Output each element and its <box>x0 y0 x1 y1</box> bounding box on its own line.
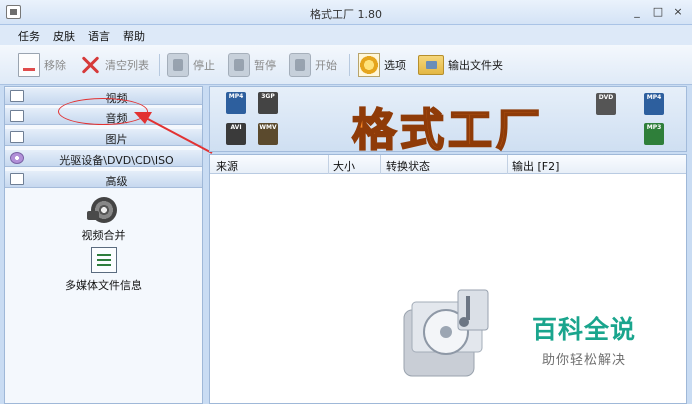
start-button[interactable]: 开始 <box>289 51 337 79</box>
pause-icon <box>228 53 250 77</box>
logo-title: 格式工厂 <box>351 104 544 157</box>
mp4-badge-icon: MP4 <box>226 92 246 114</box>
remove-button[interactable]: 移除 <box>18 51 66 79</box>
watermark-title: 百科全说 <box>531 315 636 344</box>
tool-video-join[interactable]: 视频合并 <box>5 197 202 243</box>
watermark: 百科全说 助你轻松解决 <box>500 296 668 380</box>
column-source[interactable]: 来源 <box>216 158 238 174</box>
wmv-badge-icon: WMV <box>258 123 278 145</box>
menu-help[interactable]: 帮助 <box>123 28 145 44</box>
maximize-button[interactable]: □ <box>651 5 665 18</box>
image-icon <box>10 131 24 143</box>
mp4-device-badge-icon: MP4 <box>644 93 664 115</box>
tool-media-info[interactable]: 多媒体文件信息 <box>5 247 202 293</box>
avi-badge-icon: AVI <box>226 123 246 145</box>
category-advanced[interactable]: 高级 <box>5 171 202 188</box>
clear-list-icon <box>79 53 101 77</box>
menu-bar: 任务 皮肤 语言 帮助 <box>0 25 692 45</box>
column-size[interactable]: 大小 <box>333 158 355 174</box>
toolbar: 移除 清空列表 停止 暂停 开始 选项 输出文件夹 <box>0 45 692 85</box>
category-disc[interactable]: 光驱设备\DVD\CD\ISO <box>5 150 202 167</box>
output-folder-icon <box>418 55 444 75</box>
pause-button[interactable]: 暂停 <box>228 51 276 79</box>
3gp-badge-icon: 3GP <box>258 92 278 114</box>
watermark-subtitle: 助你轻松解决 <box>541 353 626 368</box>
video-icon <box>10 90 24 102</box>
menu-skin[interactable]: 皮肤 <box>53 28 75 44</box>
menu-language[interactable]: 语言 <box>88 28 110 44</box>
category-image[interactable]: 图片 <box>5 129 202 146</box>
options-button[interactable]: 选项 <box>358 51 406 79</box>
menu-task[interactable]: 任务 <box>18 28 40 44</box>
stop-icon <box>167 53 189 77</box>
stop-button[interactable]: 停止 <box>167 51 215 79</box>
column-status[interactable]: 转换状态 <box>386 158 430 174</box>
annotation-ellipse <box>58 98 148 125</box>
start-icon <box>289 53 311 77</box>
film-reel-icon <box>86 197 117 223</box>
toolbar-divider <box>349 54 350 76</box>
disc-icon <box>10 152 24 164</box>
sidebar: 视频 音频 图片 光驱设备\DVD\CD\ISO 高级 视频合并 多媒体文件信息 <box>4 86 203 404</box>
logo-banner: MP4 3GP AVI WMV 格式工厂 DVD MP4 MP3 <box>209 86 687 157</box>
column-output[interactable]: 输出 [F2] <box>512 158 559 174</box>
dvd-badge-icon: DVD <box>596 93 616 115</box>
audio-icon <box>10 110 24 122</box>
format-factory-emblem-icon <box>403 289 489 377</box>
title-bar: 格式工厂 1.80 _ □ × <box>0 0 692 25</box>
document-remove-icon <box>18 53 40 77</box>
minimize-button[interactable]: _ <box>630 5 644 18</box>
mp3-badge-icon: MP3 <box>644 123 664 145</box>
media-info-icon <box>90 247 117 273</box>
window-title: 格式工厂 1.80 <box>310 8 382 21</box>
task-list-header: 来源 大小 转换状态 输出 [F2] <box>210 155 686 174</box>
advanced-icon <box>10 173 24 185</box>
toolbar-divider <box>159 54 160 76</box>
close-button[interactable]: × <box>671 5 685 18</box>
clear-list-button[interactable]: 清空列表 <box>79 51 149 79</box>
options-gear-icon <box>358 53 380 77</box>
output-folder-button[interactable]: 输出文件夹 <box>418 51 503 79</box>
